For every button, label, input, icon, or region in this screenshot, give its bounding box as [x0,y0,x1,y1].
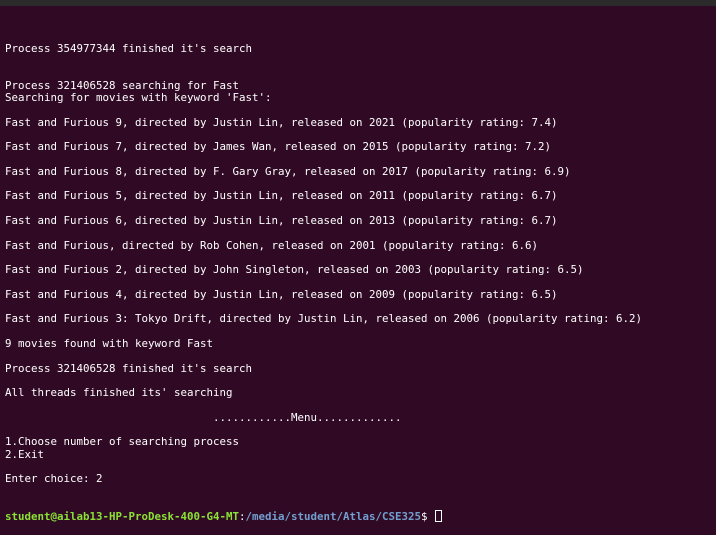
terminal-line: Fast and Furious, directed by Rob Cohen,… [5,238,539,252]
terminal-line: Fast and Furious 2, directed by John Sin… [5,263,584,277]
terminal-line: Searching for movies with keyword 'Fast'… [5,91,272,105]
terminal-lines: Process 354977344 finished it's search Pr… [5,31,716,486]
terminal-line: 1.Choose number of searching process [5,435,240,449]
terminal-line: Enter choice: 2 [5,472,103,486]
prompt-user-host: student@ailab13-HP-ProDesk-400-G4-MT [5,510,240,524]
terminal-line: Fast and Furious 4, directed by Justin L… [5,287,558,301]
terminal-output[interactable]: Process 354977344 finished it's search Pr… [5,6,716,523]
terminal-line: Fast and Furious 9, directed by Justin L… [5,115,558,129]
terminal-line: Process 354977344 finished it's search [5,41,253,55]
shell-prompt-line[interactable]: student@ailab13-HP-ProDesk-400-G4-MT:/me… [5,510,716,524]
prompt-symbol: $ [421,510,435,524]
terminal-line: Process 321406528 finished it's search [5,361,253,375]
terminal-line: 9 movies found with keyword Fast [5,337,214,351]
terminal-line: ............Menu............. [5,410,402,424]
terminal-line: Fast and Furious 8, directed by F. Gary … [5,164,571,178]
terminal-line: 2.Exit [5,447,45,461]
terminal-line: Fast and Furious 6, directed by Justin L… [5,214,558,228]
terminal-line: Fast and Furious 7, directed by James Wa… [5,140,552,154]
prompt-path: /media/student/Atlas/CSE325 [245,510,422,524]
terminal-line: Fast and Furious 5, directed by Justin L… [5,189,558,203]
terminal-line: Fast and Furious 3: Tokyo Drift, directe… [5,312,643,326]
terminal-line: All threads finished its' searching [5,386,233,400]
cursor-block [435,510,443,523]
